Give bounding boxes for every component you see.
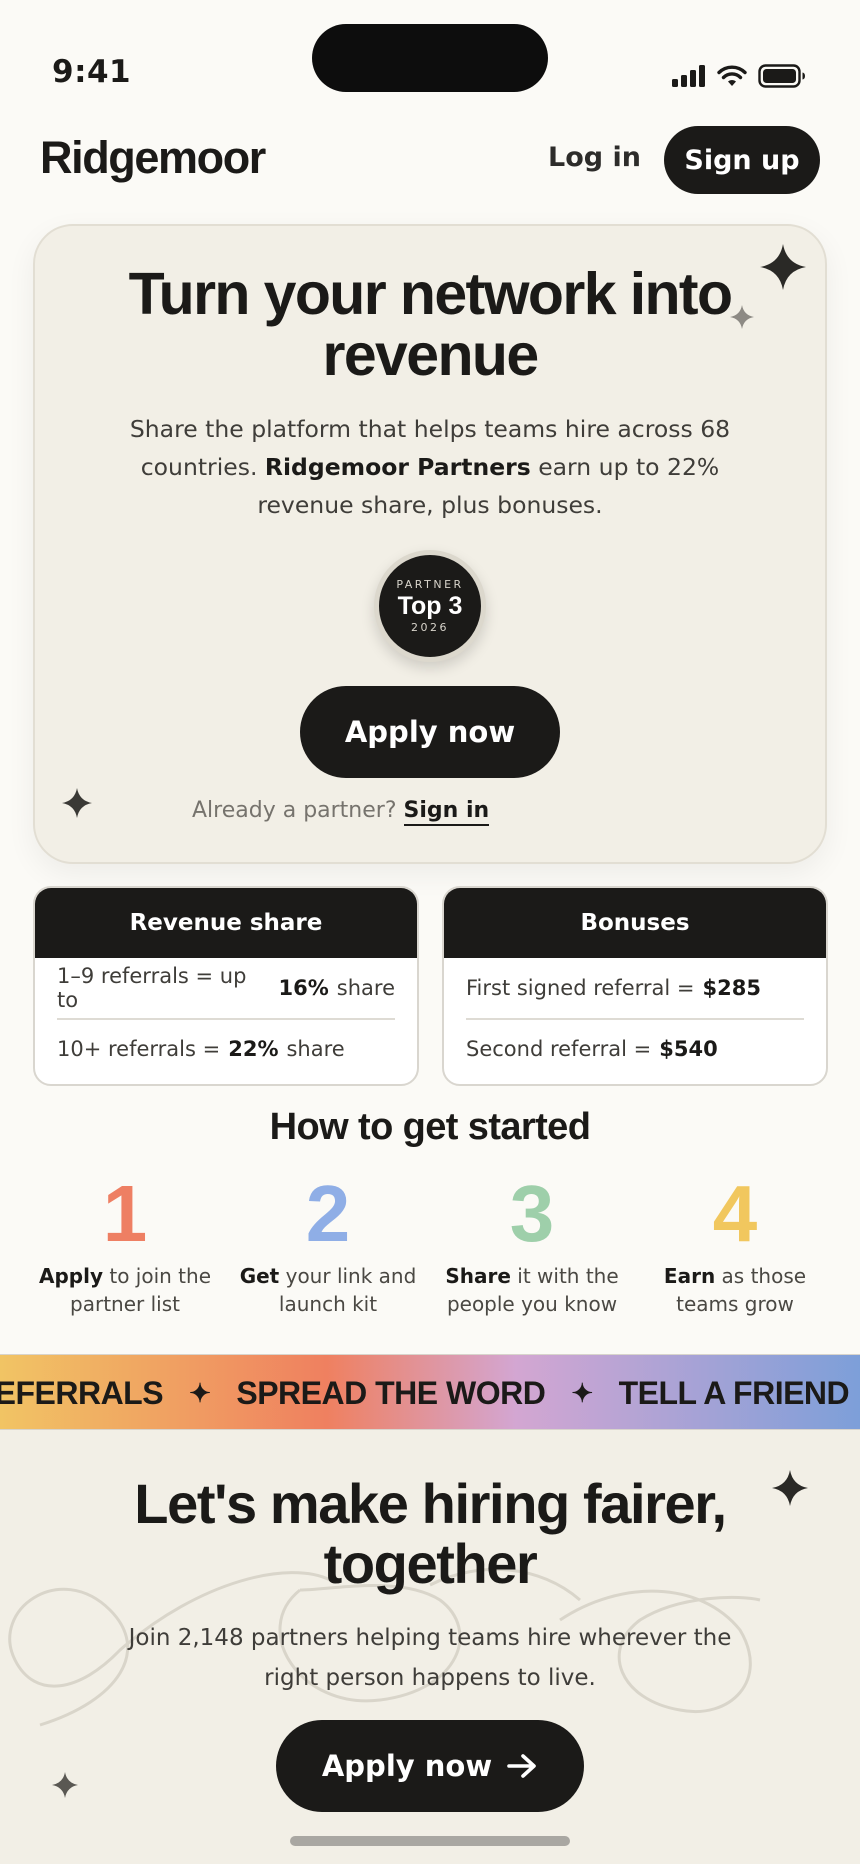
row-value: $285 <box>702 976 761 1000</box>
marquee-item: SPREAD THE WORD <box>236 1374 546 1411</box>
battery-icon <box>758 64 805 88</box>
already-partner-text: Already a partner? Sign in <box>192 798 490 826</box>
bonuses-card: Bonuses First signed referral = $285 Sec… <box>442 886 828 1086</box>
card-row: First signed referral = $285 <box>466 958 804 1018</box>
hero-title-line-2: revenue <box>322 322 539 388</box>
card-title: Bonuses <box>444 888 826 958</box>
cta-button-label: Apply now <box>321 1749 493 1783</box>
badge-rank: Top 3 <box>397 592 463 620</box>
step-2: 2 Get your link and launch kit <box>223 1172 433 1318</box>
card-row: Second referral = $540 <box>466 1018 804 1078</box>
row-label: Second referral = <box>466 1037 652 1061</box>
card-row: 1–9 referrals = up to 16% share <box>57 958 395 1018</box>
step-text: Earn as those teams grow <box>663 1264 807 1316</box>
badge-label: PARTNER <box>396 578 464 591</box>
cta-title: Let's make hiring fairer, together <box>40 1474 820 1594</box>
step-number: 3 <box>509 1169 555 1258</box>
step-4: 4 Earn as those teams grow <box>630 1172 840 1318</box>
step-number: 1 <box>102 1169 148 1258</box>
row-suffix: share <box>286 1037 345 1061</box>
card-title: Revenue share <box>35 888 417 958</box>
row-value: 22% <box>228 1037 279 1061</box>
row-value: 16% <box>278 976 329 1000</box>
badge-year: 2026 <box>411 621 449 634</box>
revenue-share-card: Revenue share 1–9 referrals = up to 16% … <box>33 886 419 1086</box>
sparkle-icon <box>62 788 92 818</box>
step-number: 2 <box>305 1169 351 1258</box>
marquee-banner: REFERRALS ✦ SPREAD THE WORD ✦ TELL A FRI… <box>0 1354 860 1430</box>
row-label: First signed referral = <box>466 976 695 1000</box>
row-label: 10+ referrals = <box>57 1037 221 1061</box>
hero-desc-bold: Ridgemoor Partners <box>264 453 531 481</box>
marquee-item: TELL A FRIEND <box>618 1374 850 1411</box>
apply-now-cta-button[interactable]: Apply now <box>276 1720 584 1812</box>
row-suffix: share <box>336 976 395 1000</box>
step-1: 1 Apply to join the partner list <box>20 1172 230 1318</box>
wifi-icon <box>717 65 747 86</box>
step-text: Get your link and launch kit <box>239 1264 417 1316</box>
row-label: 1–9 referrals = up to <box>57 964 247 1012</box>
already-label: Already a partner? <box>192 798 397 823</box>
status-icons <box>672 64 806 88</box>
hero-title-line-1: Turn your network into <box>128 261 733 327</box>
cta-title-line-2: together <box>323 1532 538 1595</box>
row-value: $540 <box>659 1037 718 1061</box>
login-link[interactable]: Log in <box>548 142 641 173</box>
step-3: 3 Share it with the people you know <box>427 1172 637 1318</box>
sparkle-small-icon <box>52 1772 78 1798</box>
step-text: Apply to join the partner list <box>38 1264 211 1316</box>
cta-title-line-1: Let's make hiring fairer, <box>134 1472 727 1535</box>
sparkle-separator-icon: ✦ <box>189 1377 211 1408</box>
hero-description: Share the platform that helps teams hire… <box>110 410 750 524</box>
cta-description: Join 2,148 partners helping teams hire w… <box>128 1625 732 1691</box>
step-number: 4 <box>712 1169 758 1258</box>
partner-badge: PARTNER Top 3 2026 <box>374 550 486 662</box>
signal-icon <box>672 65 705 87</box>
sign-in-link[interactable]: Sign in <box>403 798 490 826</box>
dynamic-island <box>312 24 548 92</box>
sparkle-separator-icon: ✦ <box>571 1377 593 1408</box>
how-section-title: How to get started <box>269 1106 591 1148</box>
step-text: Share it with the people you know <box>445 1264 619 1316</box>
status-time: 9:41 <box>52 54 132 90</box>
signup-button[interactable]: Sign up <box>664 126 820 194</box>
brand-logo[interactable]: Ridgemoor <box>40 132 266 184</box>
marquee-item: REFERRALS <box>0 1374 164 1411</box>
home-indicator[interactable] <box>290 1836 570 1846</box>
hero-title: Turn your network into revenue <box>60 264 800 386</box>
card-row: 10+ referrals = 22% share <box>57 1018 395 1078</box>
apply-now-button[interactable]: Apply now <box>300 686 560 778</box>
arrow-right-icon <box>507 1754 536 1778</box>
